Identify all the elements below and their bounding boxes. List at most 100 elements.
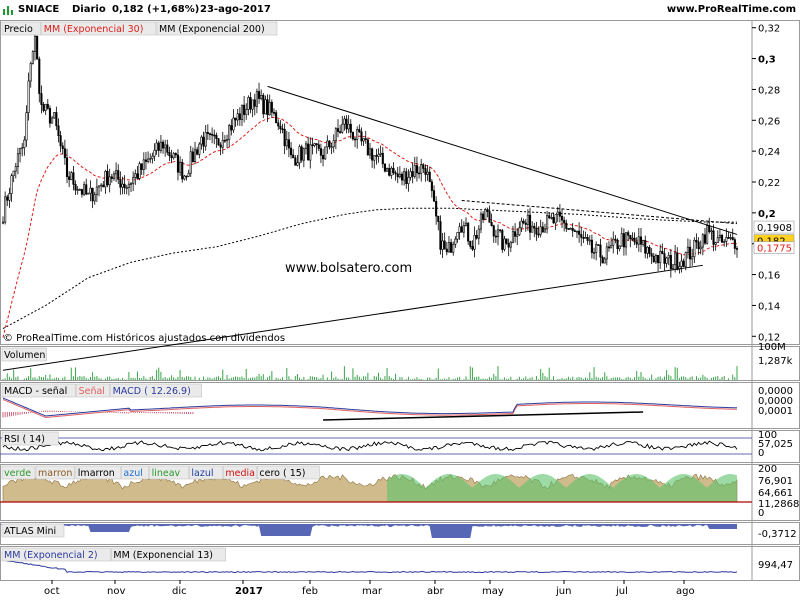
x-tick-label: oct (44, 586, 60, 597)
y-tick-label: 0,14 (758, 301, 780, 312)
candle (684, 252, 687, 267)
volume-bar (642, 376, 644, 380)
volume-bar (452, 378, 454, 380)
volume-bar (51, 378, 53, 380)
candle (644, 240, 647, 254)
volume-bar (40, 377, 42, 380)
candle (264, 99, 267, 115)
volume-bar (232, 377, 234, 380)
volume-bar (141, 378, 143, 380)
volume-bar (687, 378, 689, 380)
candle (277, 122, 280, 127)
candle (386, 168, 389, 172)
volume-bar (595, 376, 597, 380)
volume-bar (230, 377, 232, 380)
volume-bar (258, 373, 260, 380)
candle (450, 242, 453, 253)
volume-bar (262, 374, 264, 380)
candle (381, 152, 384, 165)
volume-bar (576, 377, 578, 380)
candle (520, 220, 523, 229)
volume-bar (476, 376, 478, 380)
volume-bar (77, 377, 79, 380)
volume-bar (100, 378, 102, 380)
volume-bar (446, 379, 448, 380)
volume-bar (491, 378, 493, 380)
site-label[interactable]: www.ProRealTime.com (667, 4, 796, 15)
volume-bar (301, 379, 303, 380)
y-tick-label: 0,2 (758, 209, 776, 220)
volume-bar (378, 372, 380, 380)
volume-bar (542, 372, 544, 380)
volume-bar (465, 376, 467, 380)
candle (526, 214, 529, 225)
candle (61, 145, 64, 149)
candle (185, 175, 188, 178)
volume-bar (704, 376, 706, 380)
candle (266, 99, 269, 116)
candle (4, 196, 7, 223)
candle (528, 214, 532, 233)
volume-bar (506, 379, 508, 380)
candle (471, 246, 474, 250)
volume-bar (11, 378, 13, 380)
volume-bar (629, 377, 631, 380)
volume-bar (247, 378, 249, 380)
volume-bar (478, 376, 480, 380)
volume-bar (156, 369, 158, 380)
volume-bar (53, 378, 55, 380)
candle (87, 192, 90, 195)
volume-bar (657, 376, 659, 380)
volume-bar (162, 378, 164, 380)
volume-bar (89, 377, 91, 380)
candle (170, 155, 173, 159)
volume-bar (130, 377, 132, 380)
candle (213, 134, 216, 137)
volume-bar (316, 377, 318, 380)
volume-bar (348, 377, 350, 380)
candle (260, 94, 263, 99)
volume-bar (275, 377, 277, 380)
volume-bar (318, 378, 320, 380)
volume-bar (224, 379, 226, 380)
candle (418, 172, 421, 175)
volume-bar (634, 377, 636, 380)
candle (627, 232, 630, 236)
candle (311, 144, 314, 147)
candle (208, 133, 212, 135)
candle (298, 146, 301, 164)
candle (509, 241, 512, 248)
volume-bar (736, 366, 738, 380)
volume-bar (117, 377, 119, 380)
candle (364, 138, 367, 140)
candle (53, 112, 56, 119)
candle (354, 138, 357, 141)
volume-bar (612, 377, 614, 380)
candle (19, 148, 22, 155)
candle (661, 251, 664, 254)
candle (358, 129, 361, 133)
candle (65, 157, 69, 177)
volume-bar (659, 376, 661, 380)
candle (166, 144, 169, 153)
volume-bar (343, 366, 345, 380)
candle (275, 112, 278, 124)
candle (31, 51, 34, 64)
volume-bar (649, 378, 651, 380)
volume-bar (625, 377, 627, 380)
volume-bar (578, 376, 580, 380)
volume-bar (674, 367, 676, 380)
candle (285, 139, 288, 147)
chart-header: SNIACE Diario 0,182 (+1,68%) 23-ago-2017… (0, 0, 800, 20)
x-tick-label: feb (302, 586, 318, 597)
candle (708, 225, 711, 233)
volume-bar (288, 376, 290, 380)
candle (296, 162, 299, 166)
volume-bar (23, 378, 25, 380)
candle (595, 244, 598, 253)
volume-bar (567, 376, 569, 380)
y-tick-label: 0,24 (758, 147, 780, 158)
candle (691, 256, 694, 260)
candle (558, 211, 561, 217)
candle (415, 165, 418, 174)
